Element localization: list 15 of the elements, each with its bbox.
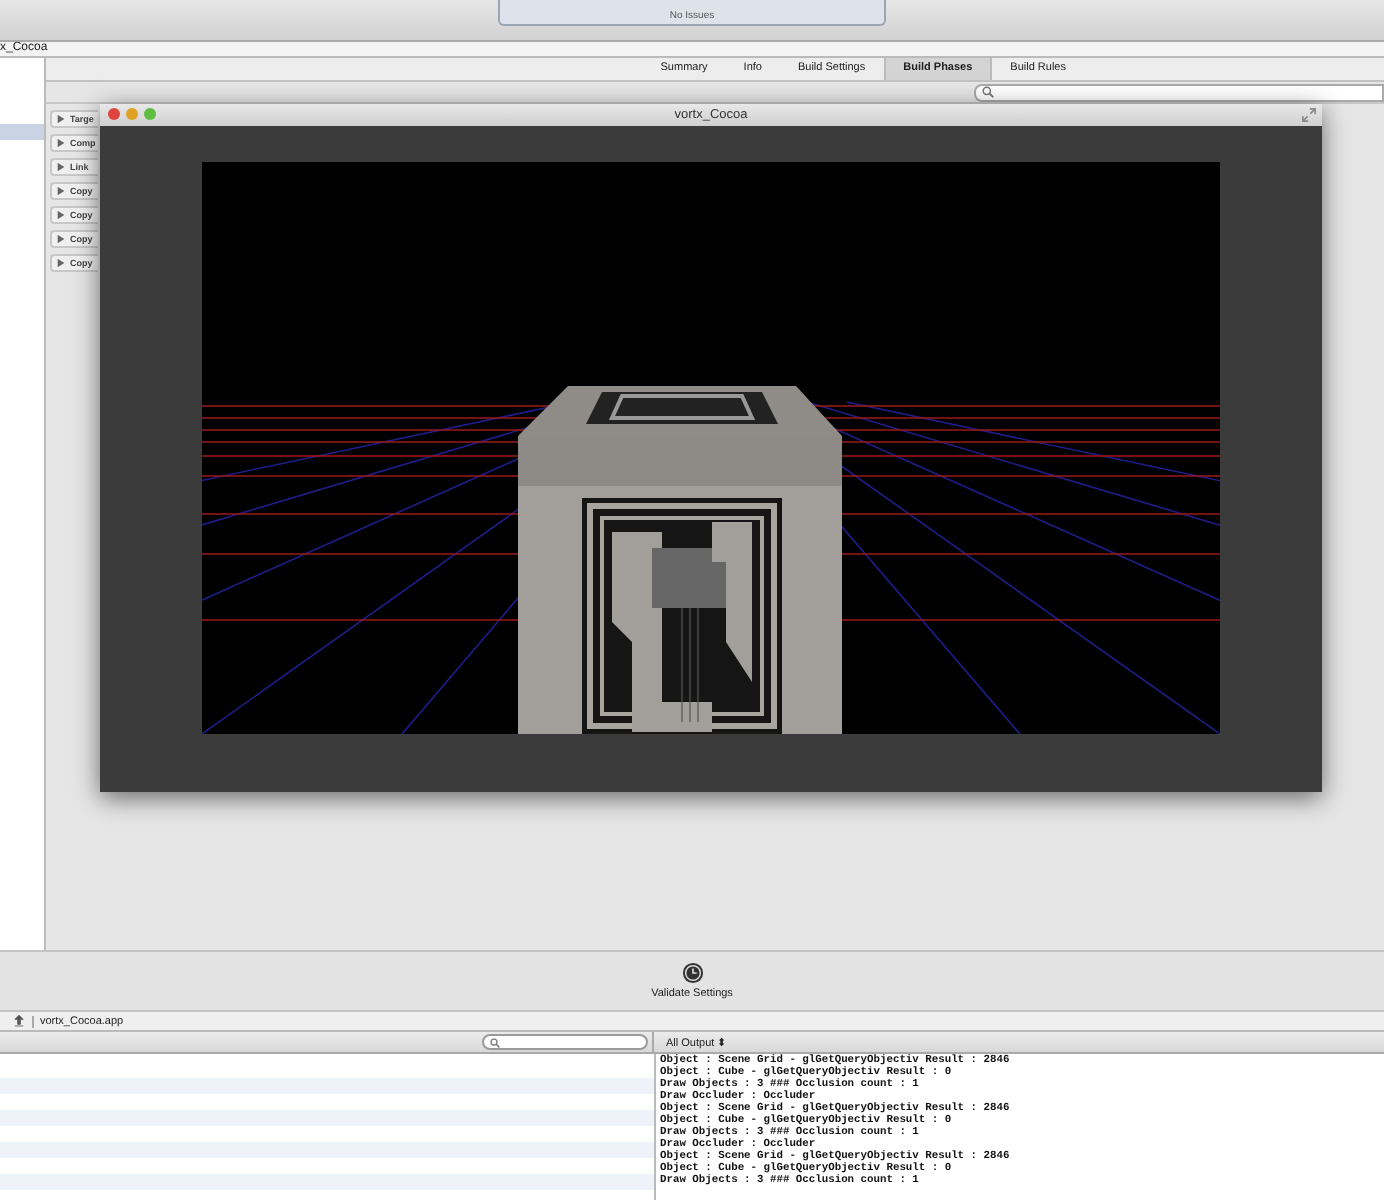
disclosure-triangle-icon[interactable] bbox=[56, 210, 66, 220]
search-field[interactable] bbox=[974, 83, 1384, 101]
disclosure-triangle-icon[interactable] bbox=[56, 114, 66, 124]
upload-icon[interactable] bbox=[14, 1014, 24, 1028]
search-icon bbox=[490, 1037, 500, 1047]
disclosure-triangle-icon[interactable] bbox=[56, 234, 66, 244]
clock-icon bbox=[681, 962, 703, 984]
filter-search-field[interactable] bbox=[482, 1034, 648, 1050]
close-button[interactable] bbox=[108, 108, 120, 120]
fullscreen-icon[interactable] bbox=[1302, 108, 1316, 122]
disclosure-triangle-icon[interactable] bbox=[56, 186, 66, 196]
search-icon bbox=[982, 86, 994, 98]
disclosure-triangle-icon[interactable] bbox=[56, 258, 66, 268]
disclosure-triangle-icon[interactable] bbox=[56, 138, 66, 148]
disclosure-triangle-icon[interactable] bbox=[56, 162, 66, 172]
